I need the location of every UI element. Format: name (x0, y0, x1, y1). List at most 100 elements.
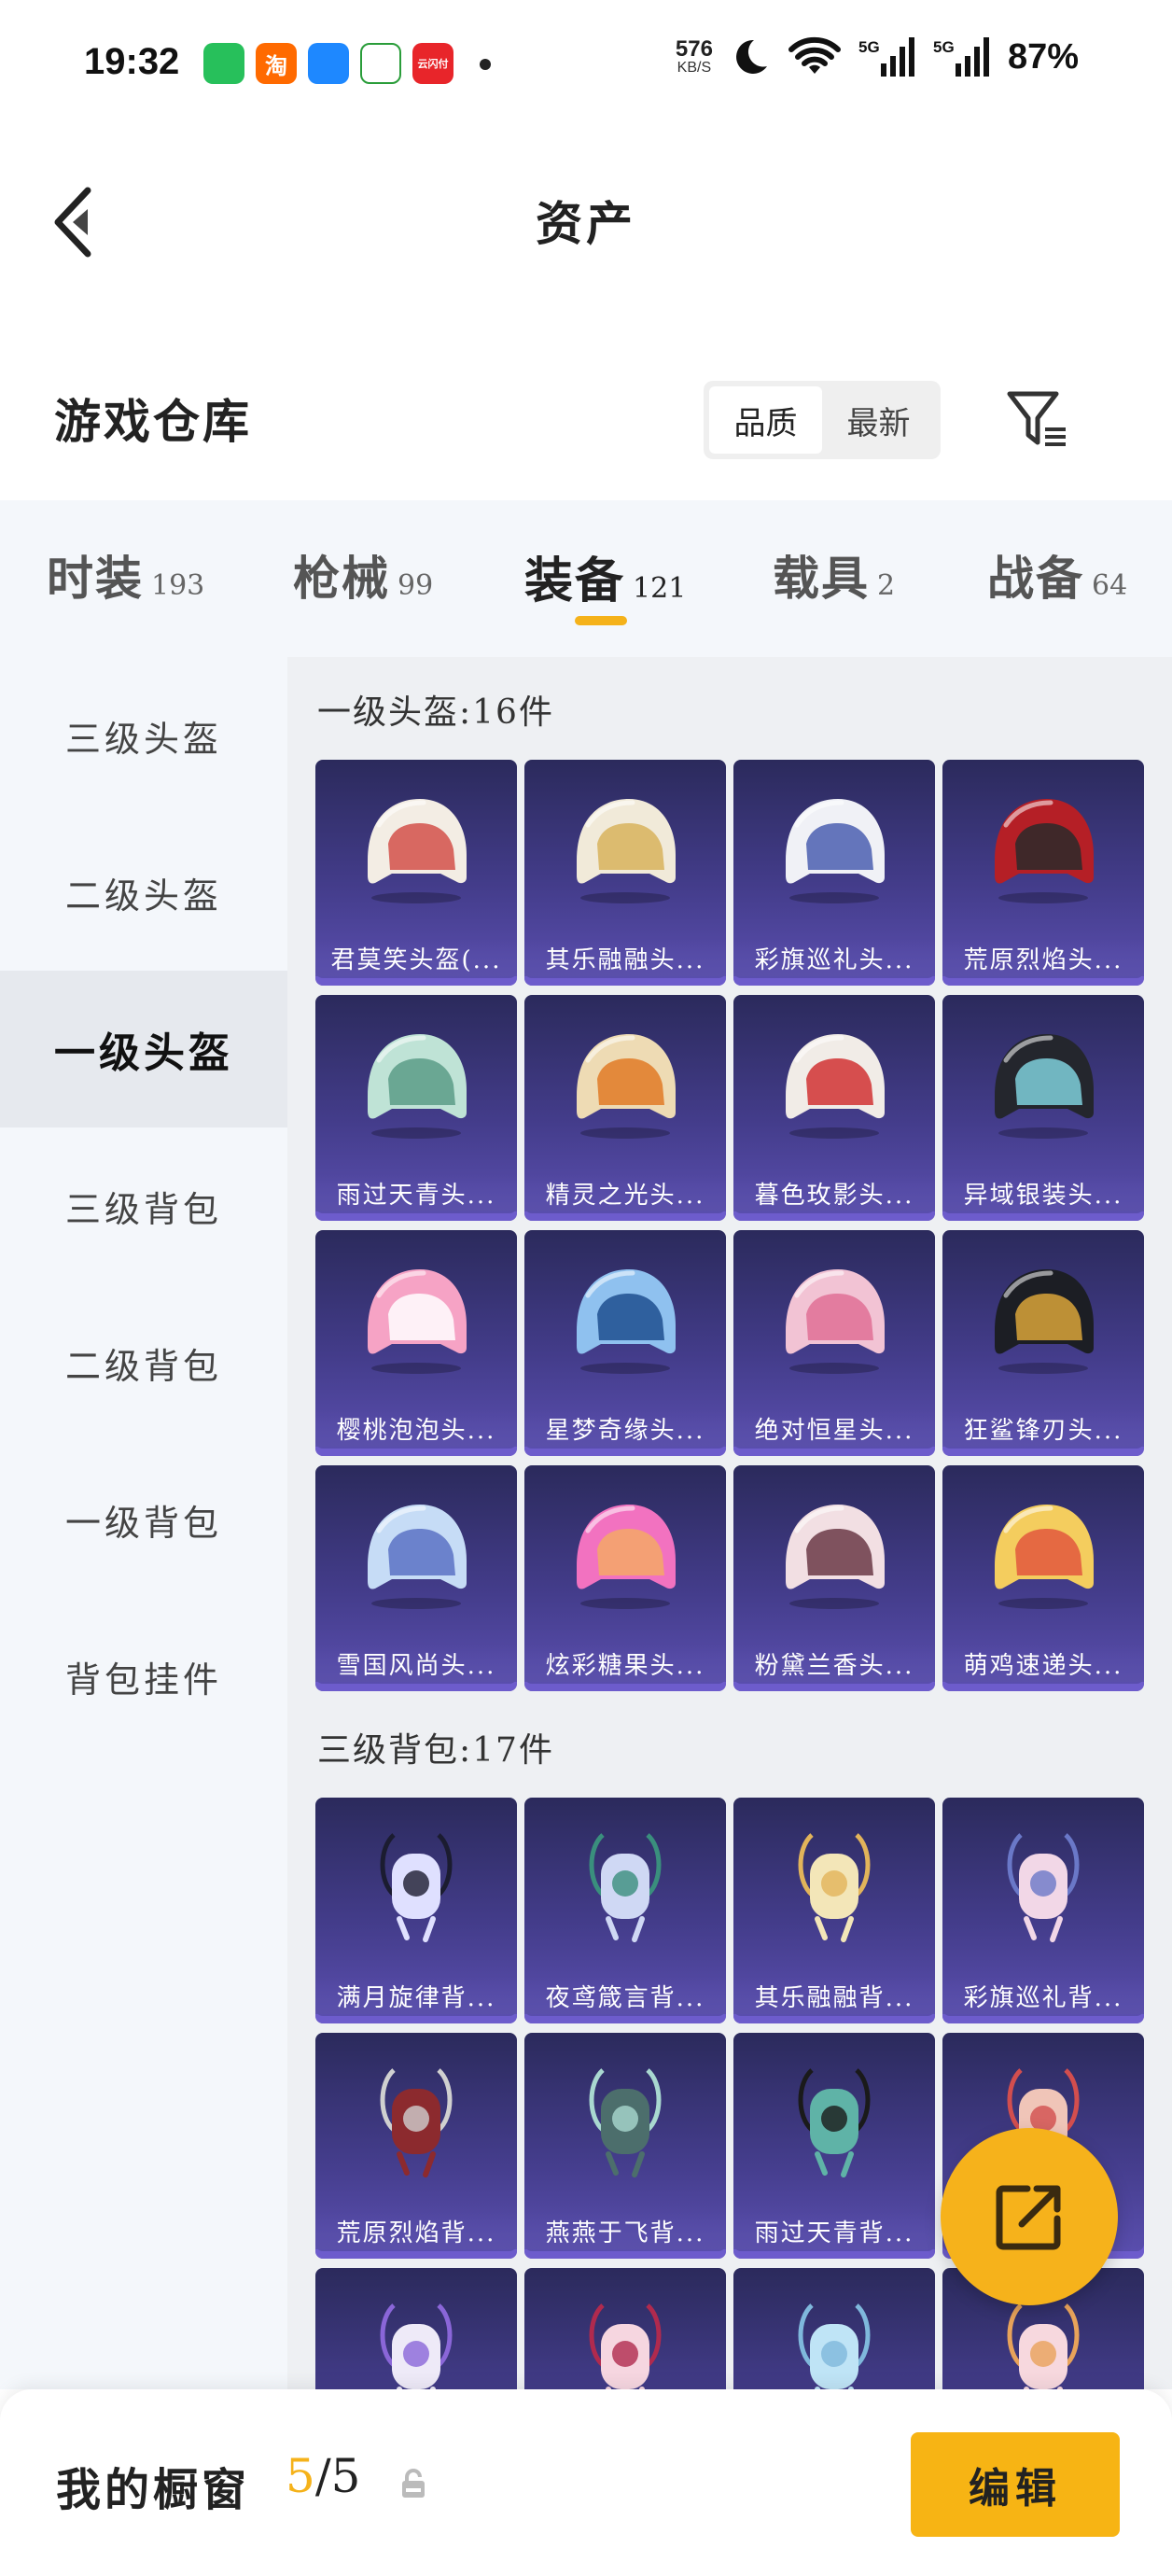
backpack-item-card[interactable]: 满月旋律背... (315, 1798, 517, 2023)
showcase-count: 5/5 (286, 2449, 360, 2503)
backpack-item-card[interactable] (733, 2268, 935, 2389)
item-name: 萌鸡速递头... (942, 1645, 1144, 1682)
item-name: 荒原烈焰背... (315, 2212, 517, 2249)
tab-fashion[interactable]: 时装 193 (47, 541, 204, 609)
helmet-item-card[interactable]: 彩旗巡礼头... (733, 760, 935, 986)
backpack-item-card[interactable] (524, 2268, 726, 2389)
helmet-item-card[interactable]: 粉黛兰香头... (733, 1465, 935, 1691)
item-name: 绝对恒星头... (733, 1409, 935, 1447)
tab-count: 64 (1092, 569, 1128, 602)
backpack-item-card[interactable] (315, 2268, 517, 2389)
status-time: 19:32 (84, 41, 180, 82)
tab-count: 193 (151, 569, 205, 602)
share-button[interactable] (941, 2128, 1118, 2305)
signal-5g-icon: 5G (858, 37, 914, 77)
battery-level: 87% (1007, 36, 1079, 77)
backpack-item-card[interactable]: 荒原烈焰背... (315, 2033, 517, 2259)
do-not-disturb-moon-icon (735, 39, 767, 74)
helmet-item-card[interactable]: 君莫笑头盔(... (315, 760, 517, 986)
helmet-item-card[interactable]: 狂鲨锋刃头... (942, 1230, 1144, 1456)
tab-count: 2 (877, 569, 896, 602)
helmet-item-card[interactable]: 星梦奇缘头... (524, 1230, 726, 1456)
sidebar-item-level2-helmet[interactable]: 二级头盔 (0, 814, 287, 971)
helmet-icon (315, 760, 517, 937)
helmet-icon (733, 1230, 935, 1407)
status-indicators: 576 KB/S 5G 5G 87% (676, 35, 1079, 78)
helmet-icon (524, 760, 726, 937)
helmet-item-card[interactable]: 绝对恒星头... (733, 1230, 935, 1456)
backpack-item-card[interactable]: 夜鸢箴言背... (524, 1798, 726, 2023)
item-name: 炫彩糖果头... (524, 1645, 726, 1682)
helmet-icon (733, 1465, 935, 1643)
item-name: 暮色玫影头... (733, 1174, 935, 1211)
sidebar-item-level1-backpack[interactable]: 一级背包 (0, 1441, 287, 1598)
tab-vehicles[interactable]: 载具 2 (773, 541, 895, 609)
wechat-icon (203, 43, 244, 84)
sidebar-item-backpack-charm[interactable]: 背包挂件 (0, 1598, 287, 1755)
helmet-item-card[interactable]: 暮色玫影头... (733, 995, 935, 1221)
helmet-icon (315, 1230, 517, 1407)
helmet-icon (524, 1230, 726, 1407)
helmet-item-card[interactable]: 荒原烈焰头... (942, 760, 1144, 986)
sort-by-newest-button[interactable]: 最新 (822, 386, 935, 454)
helmet-icon (942, 1465, 1144, 1643)
cloud-pay-icon: 云闪付 (412, 43, 453, 84)
tab-label: 枪械 (293, 551, 390, 606)
more-notifications-dot (480, 59, 491, 70)
helmet-item-card[interactable]: 炫彩糖果头... (524, 1465, 726, 1691)
sidebar-item-level3-helmet[interactable]: 三级头盔 (0, 657, 287, 814)
helmet-item-card[interactable]: 精灵之光头... (524, 995, 726, 1221)
tab-count: 99 (398, 569, 434, 602)
tab-weapons[interactable]: 枪械 99 (293, 541, 433, 609)
edit-showcase-button[interactable]: 编辑 (911, 2432, 1120, 2537)
helmet-icon (942, 760, 1144, 937)
taobao-icon: 淘 (256, 43, 297, 84)
helmet-icon (524, 995, 726, 1172)
item-name: 星梦奇缘头... (524, 1409, 726, 1447)
svg-text:5G: 5G (858, 38, 880, 56)
item-name: 夜鸢箴言背... (524, 1977, 726, 2014)
sidebar-item-level1-helmet[interactable]: 一级头盔 (0, 971, 287, 1127)
tab-equipment[interactable]: 装备 121 (524, 541, 686, 611)
backpack-icon (733, 2033, 935, 2210)
category-tabs: 时装 193 枪械 99 装备 121 载具 2 战备 64 (0, 500, 1172, 657)
backpack-item-card[interactable]: 其乐融融背... (733, 1798, 935, 2023)
backpack-item-card[interactable]: 彩旗巡礼背... (942, 1798, 1144, 2023)
sidebar-item-level3-backpack[interactable]: 三级背包 (0, 1127, 287, 1284)
filter-button[interactable] (1000, 383, 1073, 455)
section-heading: 一级头盔:16件 (317, 693, 554, 732)
notification-icons: 淘 云闪付 (203, 43, 453, 84)
item-name: 粉黛兰香头... (733, 1645, 935, 1682)
helmet-item-card[interactable]: 其乐融融头... (524, 760, 726, 986)
helmet-icon (315, 1465, 517, 1643)
tab-supplies[interactable]: 战备 64 (987, 541, 1127, 609)
warehouse-title: 游戏仓库 (54, 394, 252, 449)
sort-by-quality-button[interactable]: 品质 (709, 386, 822, 454)
item-name: 满月旋律背... (315, 1977, 517, 2014)
backpack-item-card[interactable]: 燕燕于飞背... (524, 2033, 726, 2259)
send-icon (308, 43, 349, 84)
item-name: 雨过天青背... (733, 2212, 935, 2249)
helmet-item-card[interactable]: 樱桃泡泡头... (315, 1230, 517, 1456)
subcategory-sidebar: 三级头盔 二级头盔 一级头盔 三级背包 二级背包 一级背包 背包挂件 (0, 657, 287, 2389)
helmet-icon (942, 1230, 1144, 1407)
helmet-item-card[interactable]: 异域银装头... (942, 995, 1144, 1221)
app-icon-glyph: 淘 (265, 53, 287, 79)
bank-icon (360, 43, 401, 84)
helmet-item-card[interactable]: 雨过天青头... (315, 995, 517, 1221)
sidebar-item-level2-backpack[interactable]: 二级背包 (0, 1284, 287, 1441)
helmet-icon (733, 995, 935, 1172)
network-speed: 576 KB/S (676, 38, 713, 76)
helmet-item-card[interactable]: 雪国风尚头... (315, 1465, 517, 1691)
item-name: 狂鲨锋刃头... (942, 1409, 1144, 1447)
wifi-icon (788, 36, 841, 74)
showcase-total-count: /5 (314, 2449, 361, 2503)
helmet-icon (942, 995, 1144, 1172)
section-heading: 三级背包:17件 (317, 1731, 554, 1770)
page-title: 资产 (536, 196, 636, 251)
helmet-item-card[interactable]: 萌鸡速递头... (942, 1465, 1144, 1691)
svg-text:5G: 5G (933, 38, 955, 56)
backpack-item-card[interactable]: 雨过天青背... (733, 2033, 935, 2259)
item-name: 彩旗巡礼背... (942, 1977, 1144, 2014)
item-name: 精灵之光头... (524, 1174, 726, 1211)
